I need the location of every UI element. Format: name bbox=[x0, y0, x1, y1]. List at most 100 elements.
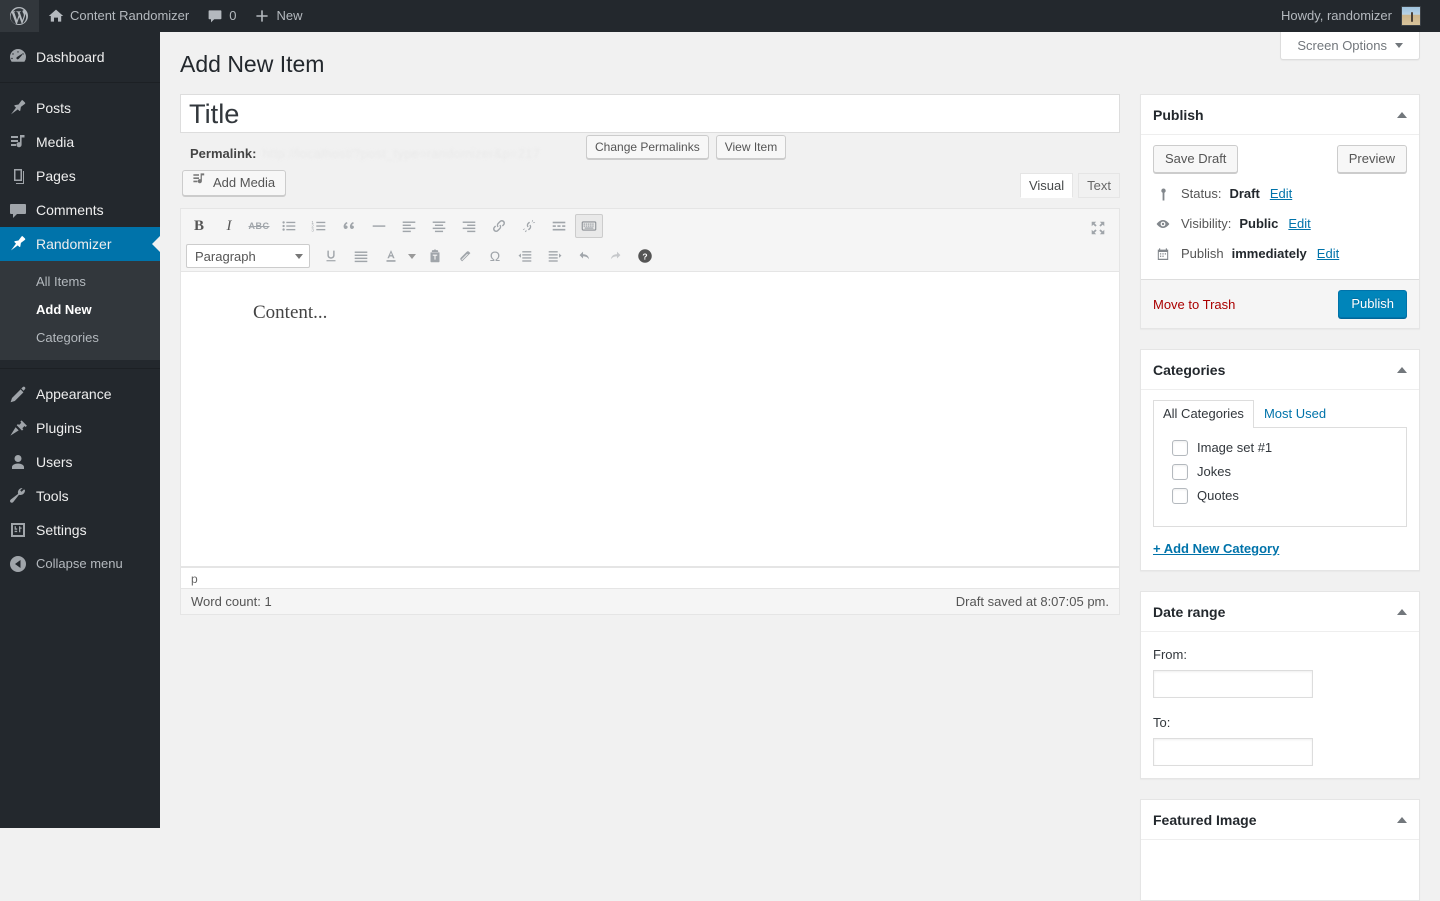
strikethrough-icon[interactable]: ABC bbox=[245, 214, 273, 238]
chevron-up-icon[interactable] bbox=[1397, 111, 1407, 118]
wordpress-logo-icon bbox=[10, 7, 28, 25]
account-menu[interactable]: Howdy, randomizer bbox=[1272, 0, 1430, 32]
align-center-icon[interactable] bbox=[425, 214, 453, 238]
sidebar-item-pages[interactable]: Pages bbox=[0, 159, 160, 193]
new-content-button[interactable]: New bbox=[245, 0, 311, 32]
permalink-url: http://localhost/?post_type=randomizer&p… bbox=[262, 146, 541, 161]
categories-metabox-header[interactable]: Categories bbox=[1141, 350, 1419, 390]
comments-button[interactable]: 0 bbox=[198, 0, 245, 32]
content-editor-body[interactable]: Content... bbox=[181, 272, 1119, 567]
text-color-dropdown-icon[interactable] bbox=[405, 244, 419, 268]
category-checklist[interactable]: Image set #1 Jokes Quotes bbox=[1153, 427, 1407, 527]
sidebar-item-categories[interactable]: Categories bbox=[0, 324, 160, 352]
edit-publish-date-link[interactable]: Edit bbox=[1317, 245, 1339, 263]
italic-icon[interactable]: I bbox=[215, 214, 243, 238]
unlink-icon[interactable] bbox=[515, 214, 543, 238]
date-range-metabox-header[interactable]: Date range bbox=[1141, 592, 1419, 632]
featured-image-metabox-header[interactable]: Featured Image bbox=[1141, 800, 1419, 840]
tab-visual[interactable]: Visual bbox=[1019, 173, 1074, 198]
paste-as-text-icon[interactable] bbox=[421, 244, 449, 268]
sidebar-item-randomizer[interactable]: Randomizer bbox=[0, 227, 160, 261]
sidebar-item-all-items[interactable]: All Items bbox=[0, 268, 160, 296]
sidebar-item-posts[interactable]: Posts bbox=[0, 91, 160, 125]
list-item[interactable]: Image set #1 bbox=[1164, 436, 1396, 460]
save-draft-button[interactable]: Save Draft bbox=[1153, 145, 1239, 173]
move-to-trash-link[interactable]: Move to Trash bbox=[1153, 297, 1235, 312]
category-checkbox[interactable] bbox=[1172, 488, 1188, 504]
sidebar-item-settings[interactable]: Settings bbox=[0, 513, 160, 547]
permalink-row: Permalink: http://localhost/?post_type=ra… bbox=[180, 133, 1120, 161]
special-character-icon[interactable]: Ω bbox=[481, 244, 509, 268]
editor-wrap: B I ABC 123 Paragraph Ω ? Content... p W… bbox=[180, 208, 1120, 615]
category-checkbox[interactable] bbox=[1172, 464, 1188, 480]
category-checkbox[interactable] bbox=[1172, 440, 1188, 456]
fullscreen-icon[interactable] bbox=[1084, 216, 1112, 240]
status-value: Draft bbox=[1229, 186, 1260, 201]
bold-icon[interactable]: B bbox=[185, 214, 213, 238]
sidebar-item-media[interactable]: Media bbox=[0, 125, 160, 159]
sidebar-item-users[interactable]: Users bbox=[0, 445, 160, 479]
sidebar-item-appearance[interactable]: Appearance bbox=[0, 377, 160, 411]
redo-icon[interactable] bbox=[601, 244, 629, 268]
permalink-buttons: Change Permalinks View Item bbox=[586, 135, 787, 159]
publish-metabox-title: Publish bbox=[1153, 106, 1204, 123]
chevron-up-icon[interactable] bbox=[1397, 816, 1407, 823]
editor-statusbar: Word count: 1 Draft saved at 8:07:05 pm. bbox=[181, 588, 1119, 614]
edit-visibility-link[interactable]: Edit bbox=[1288, 215, 1310, 233]
horizontal-rule-icon[interactable] bbox=[365, 214, 393, 238]
list-item[interactable]: Quotes bbox=[1164, 484, 1396, 508]
sidebar-item-plugins[interactable]: Plugins bbox=[0, 411, 160, 445]
content-placeholder-text: Content... bbox=[253, 302, 328, 323]
publish-metabox-header[interactable]: Publish bbox=[1141, 95, 1419, 135]
comment-bubble-icon bbox=[208, 10, 222, 23]
sidebar-item-add-new[interactable]: Add New bbox=[0, 296, 160, 324]
sidebar-item-tools[interactable]: Tools bbox=[0, 479, 160, 513]
list-item[interactable]: Jokes bbox=[1164, 460, 1396, 484]
sidebar-item-dashboard[interactable]: Dashboard bbox=[0, 40, 160, 74]
blockquote-icon[interactable] bbox=[335, 214, 363, 238]
outdent-icon[interactable] bbox=[511, 244, 539, 268]
sidebar-item-comments[interactable]: Comments bbox=[0, 193, 160, 227]
underline-icon[interactable] bbox=[317, 244, 345, 268]
align-right-icon[interactable] bbox=[455, 214, 483, 238]
indent-icon[interactable] bbox=[541, 244, 569, 268]
date-to-input[interactable] bbox=[1153, 738, 1313, 766]
align-left-icon[interactable] bbox=[395, 214, 423, 238]
view-item-button[interactable]: View Item bbox=[715, 135, 787, 159]
tab-all-categories[interactable]: All Categories bbox=[1153, 400, 1254, 428]
date-range-metabox-title: Date range bbox=[1153, 603, 1226, 620]
keyboard-shortcuts-icon[interactable]: ? bbox=[631, 244, 659, 268]
collapse-menu-button[interactable]: Collapse menu bbox=[0, 547, 160, 581]
wordpress-logo-button[interactable] bbox=[0, 0, 39, 32]
change-permalinks-button[interactable]: Change Permalinks bbox=[586, 135, 709, 159]
preview-button[interactable]: Preview bbox=[1336, 145, 1407, 173]
add-new-category-link[interactable]: + Add New Category bbox=[1153, 541, 1279, 556]
bullet-list-icon[interactable] bbox=[275, 214, 303, 238]
chevron-up-icon[interactable] bbox=[1397, 608, 1407, 615]
sidebar-item-label: Pages bbox=[36, 168, 76, 184]
kitchen-sink-icon[interactable] bbox=[575, 214, 603, 238]
title-input[interactable] bbox=[180, 94, 1120, 133]
screen-options-button[interactable]: Screen Options bbox=[1280, 32, 1420, 60]
chevron-up-icon[interactable] bbox=[1397, 366, 1407, 373]
text-color-icon[interactable] bbox=[377, 244, 405, 268]
format-select[interactable]: Paragraph bbox=[186, 244, 310, 268]
read-more-icon[interactable] bbox=[545, 214, 573, 238]
date-from-input[interactable] bbox=[1153, 670, 1313, 698]
publish-button[interactable]: Publish bbox=[1338, 290, 1407, 318]
add-media-button[interactable]: Add Media bbox=[182, 170, 287, 196]
avatar bbox=[1401, 6, 1421, 26]
sidebar-item-label: Posts bbox=[36, 100, 72, 116]
site-name-button[interactable]: Content Randomizer bbox=[39, 0, 198, 32]
tab-most-used[interactable]: Most Used bbox=[1254, 400, 1336, 428]
edit-status-link[interactable]: Edit bbox=[1270, 185, 1292, 203]
clear-formatting-icon[interactable] bbox=[451, 244, 479, 268]
undo-icon[interactable] bbox=[571, 244, 599, 268]
sidebar-item-label: Media bbox=[36, 134, 75, 150]
sidebar-metaboxes-column: Publish Save Draft Preview Status: Draft… bbox=[1140, 94, 1420, 901]
numbered-list-icon[interactable]: 123 bbox=[305, 214, 333, 238]
link-icon[interactable] bbox=[485, 214, 513, 238]
justify-icon[interactable] bbox=[347, 244, 375, 268]
eye-icon bbox=[1153, 216, 1173, 232]
tab-text[interactable]: Text bbox=[1078, 173, 1120, 198]
